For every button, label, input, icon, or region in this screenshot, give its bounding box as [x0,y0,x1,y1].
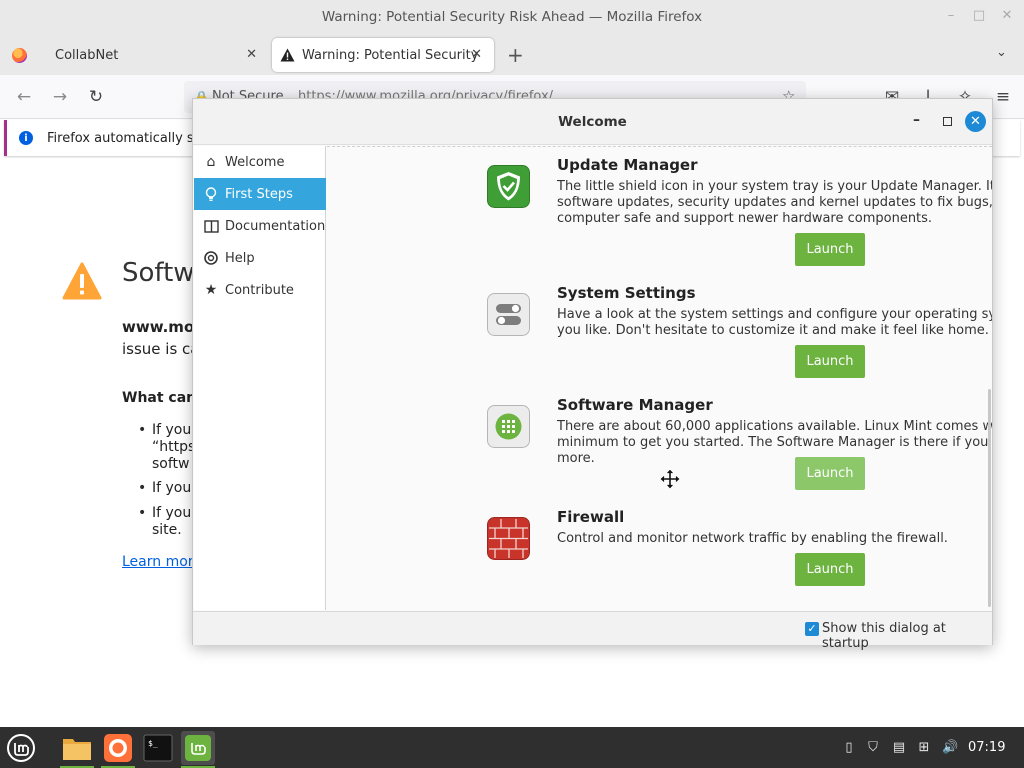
taskbar: $_ ▯ ⛉ ▤ ⊞ 🔊 07:19 [0,727,1024,768]
warning-icon [62,262,102,300]
update-shield-icon[interactable]: ⛉ [865,740,881,756]
mint-menu-icon[interactable] [4,731,38,765]
maximize-icon[interactable]: □ [972,9,986,23]
launch-update-manager-button[interactable]: Launch [795,233,865,266]
dialog-sidebar: ⌂ Welcome First Steps Documentation Help… [194,146,326,610]
error-bullet-text: If you [152,480,192,496]
dialog-close-icon[interactable]: ✕ [965,111,986,132]
firefox-title-bar: Warning: Potential Security Risk Ahead —… [0,0,1024,34]
menu-icon[interactable]: ≡ [993,87,1013,107]
move-cursor-icon [659,468,681,490]
sidebar-item-documentation[interactable]: Documentation [194,210,326,242]
app-title: System Settings [557,284,696,302]
app-description: Control and monitor network traffic by e… [557,531,948,546]
welcome-app-icon[interactable] [181,731,215,765]
show-at-startup-checkbox[interactable]: ✓ [805,622,819,636]
volume-icon[interactable]: 🔊 [942,740,958,756]
sidebar-item-label: Help [225,250,255,266]
sidebar-item-first-steps[interactable]: First Steps [194,178,326,210]
sidebar-item-label: First Steps [225,186,293,202]
new-tab-icon[interactable]: + [507,43,524,67]
minimize-icon[interactable]: – [944,9,958,23]
error-bullet-text: If your [152,422,197,438]
error-title: Softw [122,258,195,288]
app-title: Software Manager [557,396,713,414]
tab-close-icon[interactable]: ✕ [471,47,482,62]
firewall-brick-icon [487,517,530,560]
terminal-icon[interactable]: $_ [141,731,175,765]
update-manager-shield-icon [487,165,530,208]
dialog-title: Welcome [558,113,627,130]
app-description: Have a look at the system settings and c… [557,307,992,338]
chevron-down-icon[interactable]: ⌄ [996,45,1007,60]
sidebar-item-label: Contribute [225,282,294,298]
tab-label: CollabNet [55,47,119,63]
firefox-app-icon[interactable] [101,731,135,765]
app-description: The little shield icon in your system tr… [557,179,992,226]
learn-more-link[interactable]: Learn mor [122,554,194,570]
error-bullet-text: “https [152,439,196,455]
sidebar-item-welcome[interactable]: ⌂ Welcome [194,146,326,178]
dialog-footer: ✓ Show this dialog at startup [193,611,992,651]
error-bullet-text: site. [152,522,182,538]
dialog-maximize-icon[interactable] [943,117,952,126]
bullet: • [138,480,147,496]
bullet: • [138,422,147,438]
notification-text: Firefox automatically se [47,130,202,146]
tab-security-warning[interactable]: Warning: Potential Security ✕ [272,38,494,72]
dialog-minimize-icon[interactable]: – [913,112,920,128]
sidebar-item-label: Welcome [225,154,285,170]
software-manager-grid-icon [487,405,530,448]
welcome-dialog: Welcome – ✕ ⌂ Welcome First Steps Docume… [192,98,993,651]
sidebar-item-label: Documentation [225,218,326,234]
close-icon[interactable]: ✕ [1000,9,1014,23]
svg-text:$_: $_ [148,739,158,748]
forward-icon[interactable]: → [50,87,70,107]
sidebar-item-help[interactable]: Help [194,242,326,274]
sidebar-item-contribute[interactable]: ★ Contribute [194,274,326,306]
error-text: issue is ca [122,340,200,358]
reload-icon[interactable]: ↻ [86,87,106,107]
clipboard-icon[interactable]: ▤ [891,740,907,756]
show-at-startup-label: Show this dialog at startup [822,621,946,651]
error-heading: What can [122,390,197,406]
dialog-header: Welcome – ✕ [193,99,992,145]
error-bullet-text: softw [152,456,190,472]
system-settings-toggle-icon [487,293,530,336]
info-icon: i [19,131,33,145]
back-icon[interactable]: ← [14,87,34,107]
app-title: Firewall [557,508,625,526]
error-domain: www.mo [122,318,195,336]
error-bullet-text: If you [152,505,192,521]
scrollbar[interactable] [988,389,991,607]
lightbulb-icon [203,186,219,202]
app-description: There are about 60,000 applications avai… [557,419,992,466]
first-steps-content[interactable]: Update Manager The little shield icon in… [327,146,992,610]
clock[interactable]: 07:19 [968,740,1005,755]
lifebuoy-icon [203,250,219,266]
warning-icon [280,48,295,62]
tab-label: Warning: Potential Security [302,47,479,63]
notifications-icon[interactable]: ▯ [841,740,857,756]
tab-close-icon[interactable]: ✕ [246,47,257,62]
launch-system-settings-button[interactable]: Launch [795,345,865,378]
app-title: Update Manager [557,156,698,174]
tab-strip: CollabNet ✕ Warning: Potential Security … [0,34,1024,75]
window-title: Warning: Potential Security Risk Ahead —… [321,9,703,25]
home-icon: ⌂ [206,154,216,170]
bullet: • [138,505,147,521]
launch-software-manager-button[interactable]: Launch [795,457,865,490]
firefox-view-icon[interactable] [12,48,27,63]
star-icon: ★ [204,282,218,298]
files-folder-icon[interactable] [60,731,94,765]
launch-firewall-button[interactable]: Launch [795,553,865,586]
book-icon [203,218,219,234]
tab-collabnet[interactable]: CollabNet ✕ [44,38,269,72]
network-icon[interactable]: ⊞ [916,740,932,756]
